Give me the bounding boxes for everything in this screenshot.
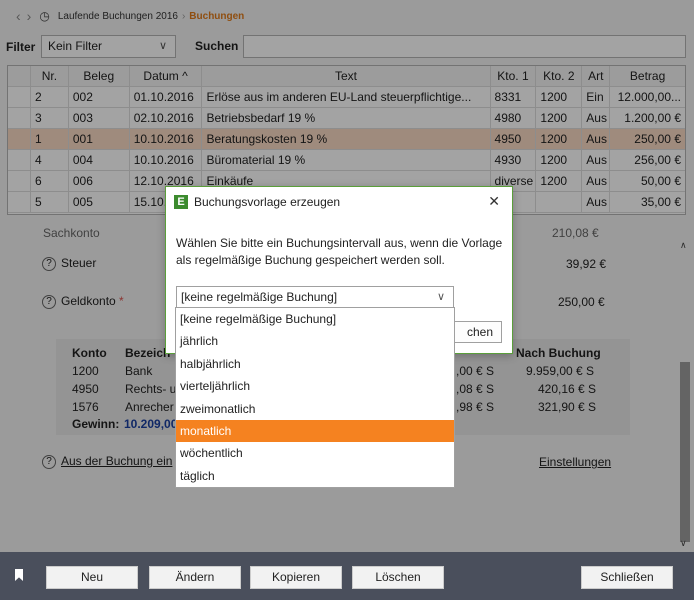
dropdown-option[interactable]: jährlich bbox=[176, 330, 454, 352]
dropdown-option[interactable]: [keine regelmäßige Buchung] bbox=[176, 308, 454, 330]
dropdown-option[interactable]: wöchentlich bbox=[176, 442, 454, 464]
bottom-toolbar: Neu Ändern Kopieren Löschen Schließen bbox=[0, 552, 694, 600]
close-button[interactable]: Schließen bbox=[581, 566, 673, 589]
dropdown-option[interactable]: täglich bbox=[176, 465, 454, 487]
dialog-message: Wählen Sie bitte ein Buchungsintervall a… bbox=[176, 236, 503, 267]
chevron-down-icon: ∨ bbox=[436, 291, 445, 303]
edit-button[interactable]: Ändern bbox=[149, 566, 241, 589]
dialog-title-bar: E Buchungsvorlage erzeugen bbox=[166, 187, 512, 217]
dropdown-option-highlighted[interactable]: monatlich bbox=[176, 419, 454, 443]
dropdown-option[interactable]: vierteljährlich bbox=[176, 375, 454, 397]
copy-button[interactable]: Kopieren bbox=[250, 566, 342, 589]
dropdown-option[interactable]: halbjährlich bbox=[176, 353, 454, 375]
bookmark-icon[interactable] bbox=[15, 569, 23, 581]
dialog-title: Buchungsvorlage erzeugen bbox=[194, 195, 341, 209]
delete-button[interactable]: Löschen bbox=[352, 566, 444, 589]
new-button[interactable]: Neu bbox=[46, 566, 138, 589]
interval-dropdown: [keine regelmäßige Buchung] jährlich hal… bbox=[175, 307, 455, 488]
app-logo-icon: E bbox=[174, 195, 188, 209]
dropdown-option[interactable]: zweimonatlich bbox=[176, 398, 454, 420]
close-icon[interactable]: ✕ bbox=[488, 193, 500, 210]
interval-select-value: [keine regelmäßige Buchung] bbox=[181, 290, 338, 304]
interval-select[interactable]: [keine regelmäßige Buchung] ∨ bbox=[176, 286, 454, 308]
